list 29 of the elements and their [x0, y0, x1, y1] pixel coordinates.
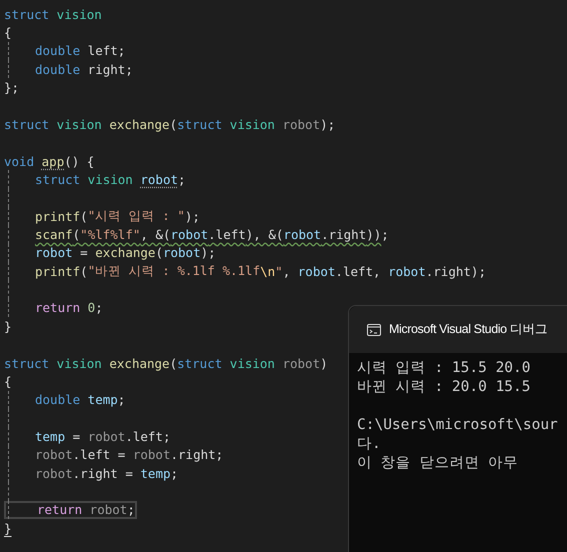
code-line: printf("시력 입력 : ");: [34, 206, 200, 226]
code-line: }: [4, 520, 12, 538]
console-output-line: 시력 입력 : 15.5 20.0: [357, 359, 532, 378]
code-line: struct vision exchange(struct vision robot): [4, 354, 328, 372]
console-output-line: 바뀐 시력 : 20.0 15.5: [357, 378, 532, 397]
code-line: struct vision exchange(struct vision robot);: [4, 116, 336, 134]
code-line: scanf("%lf%lf", &(robot.left), &(robot.right));: [34, 226, 389, 244]
code-line: robot.right = temp;: [34, 464, 178, 482]
code-line: robot = exchange(robot);: [34, 244, 216, 262]
code-line: double temp;: [34, 391, 126, 409]
terminal-icon: [367, 324, 381, 336]
code-line: double left;: [34, 42, 126, 60]
console-message-line: 이 창을 닫으려면 아무: [357, 454, 520, 473]
code-line: double right;: [34, 60, 133, 78]
code-line: };: [4, 79, 20, 97]
code-line: printf("바뀐 시력 : %.1lf %.1lf\n", robot.left, robot.right);: [34, 262, 486, 280]
console-title: Microsoft Visual Studio 디버그: [389, 321, 548, 338]
code-line: {: [4, 24, 12, 42]
console-message-line: C:\Users\microsoft\sour: [357, 416, 559, 435]
console-message-line: 다.: [357, 435, 382, 454]
code-line: void app() {: [4, 152, 94, 170]
code-line: robot.left = robot.right;: [34, 446, 224, 464]
code-line: {: [4, 372, 12, 391]
code-line: struct vision: [4, 6, 102, 24]
code-line: struct vision robot;: [34, 170, 186, 189]
code-line: return 0;: [34, 299, 103, 318]
code-line: }: [4, 318, 12, 336]
code-line: temp = robot.left;: [34, 428, 170, 446]
code-line: return robot;: [37, 502, 135, 518]
